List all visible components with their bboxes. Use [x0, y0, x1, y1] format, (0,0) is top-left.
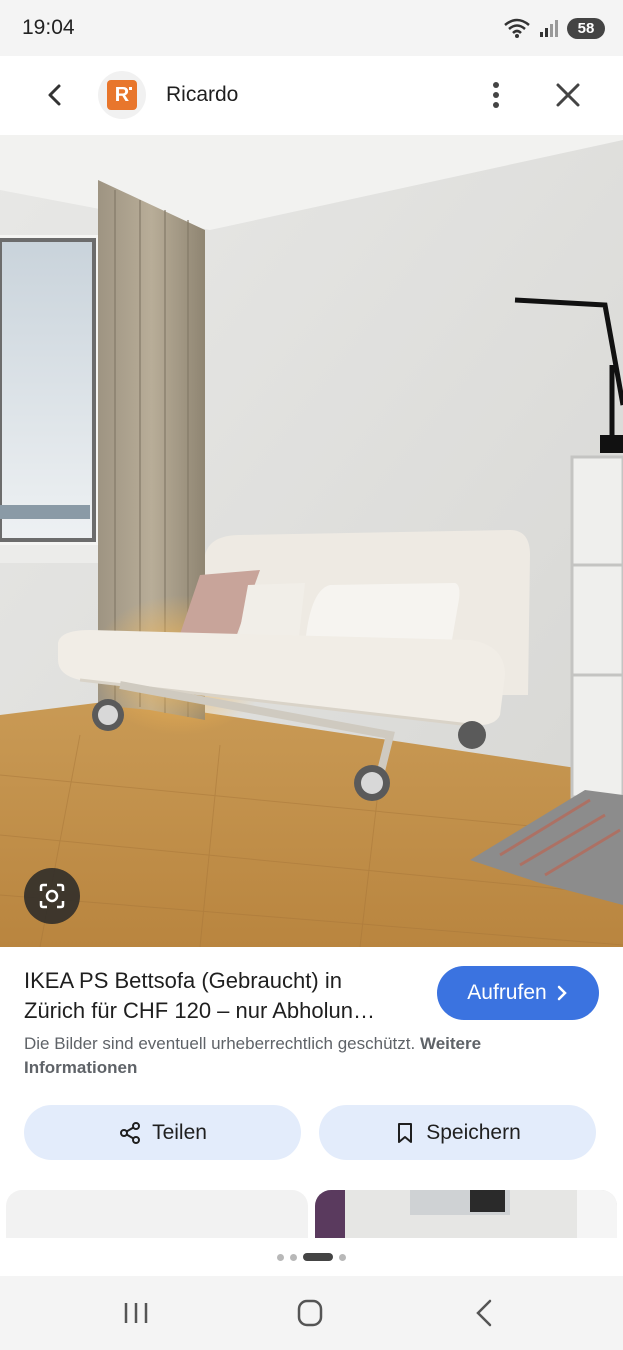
back-icon	[48, 84, 61, 106]
product-image[interactable]	[0, 135, 623, 947]
pagination-dots	[0, 1238, 623, 1276]
result-title[interactable]: IKEA PS Bettsofa (Gebraucht) in Zürich f…	[24, 966, 424, 1026]
more-options-button[interactable]	[480, 78, 512, 112]
copyright-notice: Die Bilder sind eventuell urheberrechtli…	[24, 1032, 584, 1080]
page-dot-active	[303, 1253, 333, 1261]
related-result-thumbnail[interactable]	[315, 1190, 617, 1238]
google-lens-button[interactable]	[24, 868, 80, 924]
more-vert-icon	[493, 82, 499, 108]
signal-icon	[540, 20, 558, 37]
system-nav-bar	[0, 1276, 623, 1350]
close-button[interactable]	[551, 78, 585, 112]
ricardo-logo-icon: R	[107, 80, 137, 110]
wifi-icon	[504, 18, 530, 38]
share-button-label: Teilen	[152, 1120, 207, 1144]
share-button[interactable]: Teilen	[24, 1105, 301, 1160]
home-icon	[297, 1299, 323, 1327]
related-thumbnail-image	[315, 1190, 617, 1238]
recent-apps-icon	[124, 1303, 148, 1323]
status-icons: 58	[503, 16, 605, 40]
result-title-line-1: IKEA PS Bettsofa (Gebraucht) in	[24, 968, 342, 993]
save-button[interactable]: Speichern	[319, 1105, 596, 1160]
nav-back-icon	[476, 1299, 492, 1327]
page-dot	[339, 1253, 346, 1261]
chevron-right-icon	[557, 985, 567, 1001]
related-results	[0, 1188, 623, 1238]
status-time: 19:04	[22, 16, 75, 39]
share-icon	[120, 1121, 141, 1144]
nav-back-button[interactable]	[467, 1298, 503, 1328]
visit-button-label: Aufrufen	[467, 981, 547, 1004]
sofa-photo	[0, 135, 623, 947]
close-icon	[556, 83, 580, 107]
lens-icon	[39, 883, 65, 909]
viewer-header: R Ricardo	[0, 56, 623, 135]
visit-button[interactable]: Aufrufen	[437, 966, 599, 1020]
copyright-text: Die Bilder sind eventuell urheberrechtli…	[24, 1034, 416, 1053]
page-dot	[277, 1253, 284, 1261]
recent-apps-button[interactable]	[118, 1298, 154, 1328]
site-logo[interactable]: R	[98, 71, 146, 119]
back-button[interactable]	[38, 78, 72, 112]
result-title-line-2: Zürich für CHF 120 – nur Abholun…	[24, 998, 375, 1023]
battery-indicator: 58	[567, 17, 605, 39]
save-button-label: Speichern	[426, 1120, 521, 1144]
site-name[interactable]: Ricardo	[166, 83, 238, 107]
status-bar: 19:04 58	[0, 0, 623, 56]
page-dot	[290, 1253, 297, 1261]
bookmark-icon	[398, 1122, 413, 1143]
related-result-thumbnail[interactable]	[6, 1190, 308, 1238]
home-button[interactable]	[292, 1298, 328, 1328]
